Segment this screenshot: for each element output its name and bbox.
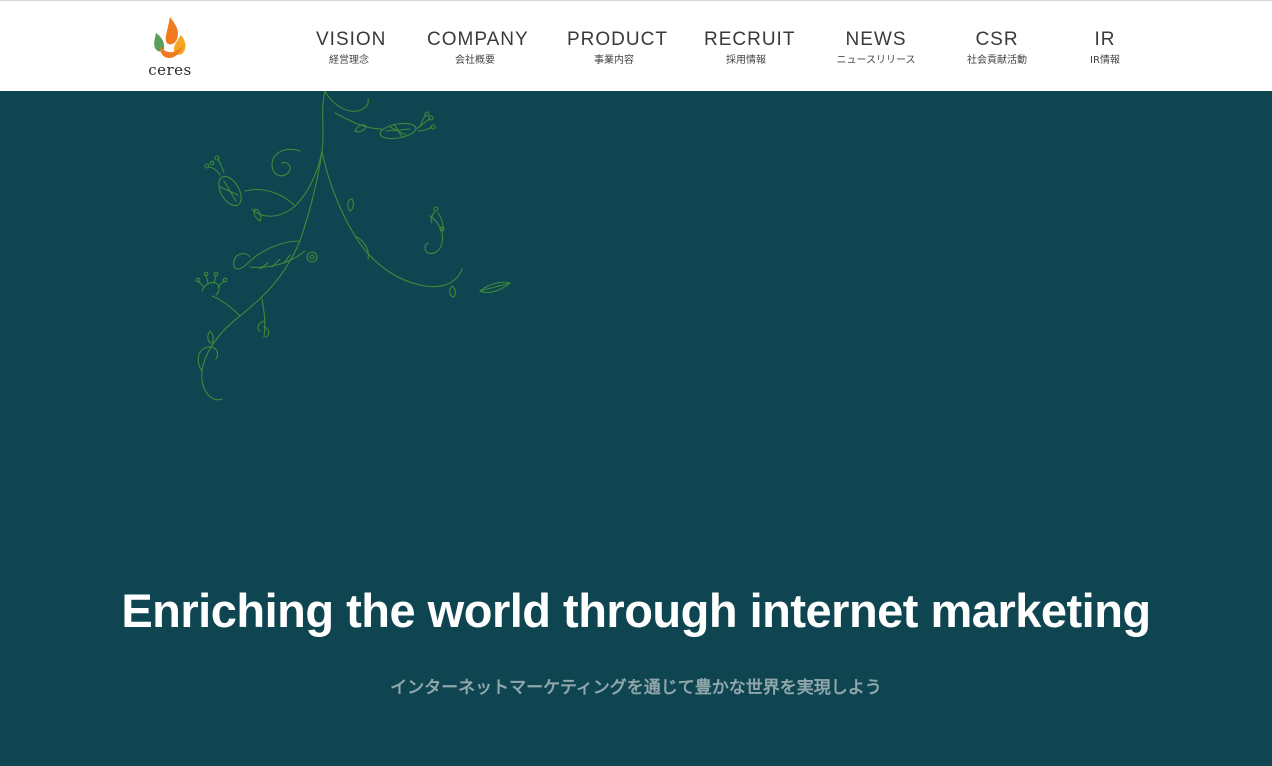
logo-wordmark: ceres bbox=[148, 61, 192, 79]
nav-item-label: IR bbox=[1094, 29, 1116, 50]
ceres-logo[interactable]: ceres bbox=[146, 15, 196, 81]
nav-item-sublabel: 事業内容 bbox=[594, 55, 634, 66]
nav-item-label: PRODUCT bbox=[567, 29, 668, 50]
nav-item-label: NEWS bbox=[845, 29, 907, 50]
nav-item-product[interactable]: PRODUCT 事業内容 bbox=[567, 29, 668, 77]
hero-section: Enriching the world through internet mar… bbox=[0, 91, 1272, 766]
nav-item-sublabel: 採用情報 bbox=[726, 55, 766, 66]
nav-item-ir[interactable]: IR IR情報 bbox=[1082, 29, 1128, 77]
nav-item-vision[interactable]: VISION 経営理念 bbox=[316, 29, 387, 77]
nav-item-sublabel: 経営理念 bbox=[329, 55, 369, 66]
hero-headline: Enriching the world through internet mar… bbox=[121, 584, 1151, 637]
nav-item-news[interactable]: NEWS ニュースリリース bbox=[828, 29, 924, 77]
floral-vine-illustration bbox=[195, 91, 512, 401]
nav-item-csr[interactable]: CSR 社会貢献活動 bbox=[961, 29, 1033, 77]
nav-item-label: VISION bbox=[316, 29, 387, 50]
nav-item-sublabel: ニュースリリース bbox=[836, 55, 916, 66]
flame-logo-icon bbox=[154, 17, 186, 58]
nav-item-company[interactable]: COMPANY 会社概要 bbox=[427, 29, 529, 77]
nav-item-label: RECRUIT bbox=[704, 29, 796, 50]
nav-item-sublabel: IR情報 bbox=[1090, 55, 1120, 66]
hero-subline: インターネットマーケティングを通じて豊かな世界を実現しよう bbox=[390, 678, 882, 698]
site-header: ceres VISION 経営理念 COMPANY 会社概要 PRODUCT 事… bbox=[0, 0, 1272, 91]
nav-item-recruit[interactable]: RECRUIT 採用情報 bbox=[704, 29, 796, 77]
nav-item-sublabel: 社会貢献活動 bbox=[967, 55, 1027, 66]
nav-item-label: CSR bbox=[975, 29, 1019, 50]
nav-item-sublabel: 会社概要 bbox=[455, 55, 495, 66]
nav-item-label: COMPANY bbox=[427, 29, 529, 50]
